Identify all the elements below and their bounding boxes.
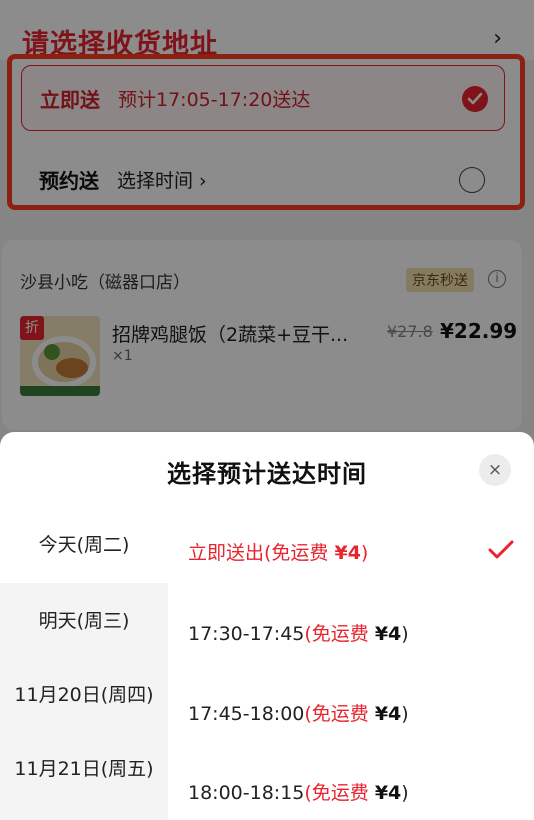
slot-time: 立即送出 [188, 542, 265, 564]
slot-fee: (免运费 [304, 782, 375, 804]
time-slot-1800[interactable]: 18:00-18:15(免运费 ¥4) [188, 778, 409, 805]
slot-time: 18:00-18:15 [188, 782, 305, 804]
time-slot-now[interactable]: 立即送出(免运费 ¥4) [188, 538, 368, 565]
slot-fee: (免运费 [264, 542, 335, 564]
slot-close: ) [401, 703, 409, 725]
close-icon[interactable]: × [479, 454, 511, 486]
slot-fee: (免运费 [304, 623, 375, 645]
slot-close: ) [401, 782, 409, 804]
time-slot-1745[interactable]: 17:45-18:00(免运费 ¥4) [188, 699, 409, 726]
slot-price: ¥4 [374, 782, 402, 804]
day-item-tomorrow[interactable]: 明天(周三) [0, 583, 168, 659]
day-item-today[interactable]: 今天(周二) [0, 507, 168, 583]
slot-close: ) [401, 623, 409, 645]
delivery-time-sheet: 选择预计送达时间 × 今天(周二) 明天(周三) 11月20日(周四) 11月2… [0, 432, 534, 820]
slot-close: ) [360, 542, 369, 564]
day-item-nov20[interactable]: 11月20日(周四) [0, 657, 168, 733]
slot-price: ¥4 [334, 542, 361, 564]
slot-time: 17:30-17:45 [188, 623, 305, 645]
slot-price: ¥4 [374, 623, 402, 645]
slot-fee: (免运费 [304, 703, 375, 725]
time-slot-1730[interactable]: 17:30-17:45(免运费 ¥4) [188, 619, 409, 646]
slot-price: ¥4 [374, 703, 402, 725]
sheet-title: 选择预计送达时间 [167, 460, 367, 488]
slot-time: 17:45-18:00 [188, 703, 305, 725]
day-list: 今天(周二) 明天(周三) 11月20日(周四) 11月21日(周五) [0, 507, 168, 820]
day-item-nov21[interactable]: 11月21日(周五) [0, 731, 168, 807]
selected-check-icon [488, 540, 514, 559]
